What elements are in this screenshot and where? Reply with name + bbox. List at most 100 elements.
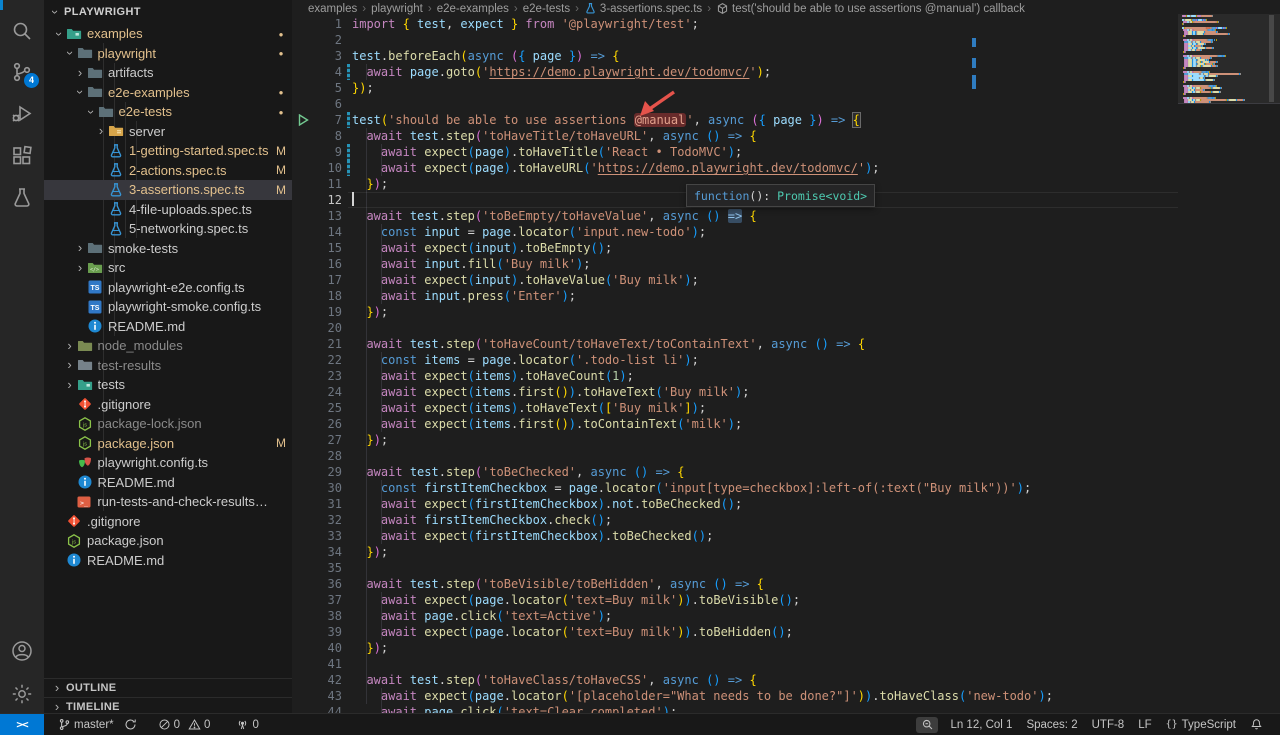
code-line[interactable]: 18 await input.press('Enter'); [292,288,1280,304]
chevron-down-icon[interactable]: › [53,27,65,41]
code-line[interactable]: 8 await test.step('toHaveTitle/toHaveURL… [292,128,1280,144]
minimap[interactable] [1182,15,1270,103]
code-line[interactable]: 36 await test.step('toBeVisible/toBeHidd… [292,576,1280,592]
tree-item-playwright-e2e.config.ts[interactable]: TSplaywright-e2e.config.ts [44,278,292,298]
chevron-down-icon[interactable]: › [74,85,86,99]
tree-item-smoke-tests[interactable]: ›smoke-tests [44,239,292,259]
git-branch-item[interactable]: master* [58,718,114,731]
tree-item-.gitignore[interactable]: .gitignore [44,395,292,415]
code-line[interactable]: 5}); [292,80,1280,96]
code-line[interactable]: 27 }); [292,432,1280,448]
tree-item-e2e-examples[interactable]: ›e2e-examples● [44,83,292,103]
language-item[interactable]: {} TypeScript [1166,719,1236,731]
git-modified-gutter[interactable] [347,64,350,80]
tree-item-artifacts[interactable]: ›artifacts [44,63,292,83]
code-line[interactable]: 15 await expect(input).toBeEmpty(); [292,240,1280,256]
code-line[interactable]: 35 [292,560,1280,576]
url-link[interactable]: https://demo.playwright.dev/todomvc/ [489,65,749,79]
code-line[interactable]: 31 await expect(firstItemCheckbox).not.t… [292,496,1280,512]
tree-item-playwright-smoke.config.ts[interactable]: TSplaywright-smoke.config.ts [44,297,292,317]
tree-item-src[interactable]: ›</>src [44,258,292,278]
tree-item-1-getting-started.spec.ts[interactable]: 1-getting-started.spec.tsM [44,141,292,161]
source-control-icon[interactable]: 4 [10,60,34,84]
code-line[interactable]: 10 await expect(page).toHaveURL('https:/… [292,160,1280,176]
tree-item-test-results[interactable]: ›test-results [44,356,292,376]
tree-item-package.json[interactable]: jspackage.jsonM [44,434,292,454]
tree-item-package.json[interactable]: jspackage.json [44,531,292,551]
code-line[interactable]: 14 const input = page.locator('input.new… [292,224,1280,240]
code-line[interactable]: 33 await expect(firstItemCheckbox).toBeC… [292,528,1280,544]
code-line[interactable]: 24 await expect(items.first()).toHaveTex… [292,384,1280,400]
breadcrumb-item[interactable]: examples [308,3,357,15]
code-line[interactable]: 34 }); [292,544,1280,560]
code-line[interactable]: 3test.beforeEach(async ({ page }) => { [292,48,1280,64]
tree-item-tests[interactable]: ›tests [44,375,292,395]
tree-item-README.md[interactable]: README.md [44,317,292,337]
run-test-gutter[interactable] [292,112,316,128]
extensions-icon[interactable] [10,144,34,168]
breadcrumb-symbol[interactable]: test('should be able to use assertions @… [732,3,1025,15]
eol-item[interactable]: LF [1138,719,1151,731]
code-line[interactable]: 22 const items = page.locator('.todo-lis… [292,352,1280,368]
url-link[interactable]: https://demo.playwright.dev/todomvc/ [598,161,858,175]
code-line[interactable]: 40 }); [292,640,1280,656]
chevron-right-icon[interactable]: › [63,340,77,352]
remote-indicator[interactable]: >< [0,714,44,735]
breadcrumb-item[interactable]: e2e-examples [437,3,509,15]
git-modified-gutter[interactable] [347,112,350,128]
zoom-status-item[interactable] [916,717,938,733]
code-line[interactable]: 29 await test.step('toBeChecked', async … [292,464,1280,480]
code-line[interactable]: 2 [292,32,1280,48]
code-line[interactable]: 38 await page.click('text=Active'); [292,608,1280,624]
tree-item-README.md[interactable]: README.md [44,473,292,493]
tree-item-examples[interactable]: ›examples● [44,24,292,44]
editor-scrollbar[interactable] [1269,15,1274,102]
code-line[interactable]: 30 const firstItemCheckbox = page.locato… [292,480,1280,496]
indentation-item[interactable]: Spaces: 2 [1026,719,1077,731]
tree-item-.gitignore[interactable]: .gitignore [44,512,292,532]
ports-item[interactable]: 0 [236,718,258,731]
code-line[interactable]: 6 [292,96,1280,112]
breadcrumb-item[interactable]: e2e-tests [523,3,570,15]
outline-section[interactable]: › OUTLINE [44,678,292,697]
breadcrumb-file[interactable]: 3-assertions.spec.ts [600,3,702,15]
testing-icon[interactable] [10,186,34,210]
code-line[interactable]: 4 await page.goto('https://demo.playwrig… [292,64,1280,80]
git-modified-gutter[interactable] [347,144,350,160]
code-line[interactable]: 19 }); [292,304,1280,320]
encoding-item[interactable]: UTF-8 [1092,719,1125,731]
tree-item-server[interactable]: ›server [44,122,292,142]
tree-item-README.md[interactable]: README.md [44,551,292,571]
tree-item-2-actions.spec.ts[interactable]: 2-actions.spec.tsM [44,161,292,181]
tree-item-3-assertions.spec.ts[interactable]: 3-assertions.spec.tsM [44,180,292,200]
sync-item[interactable] [124,718,140,731]
code-line[interactable]: 16 await input.fill('Buy milk'); [292,256,1280,272]
code-line[interactable]: 26 await expect(items.first()).toContain… [292,416,1280,432]
tree-item-playwright[interactable]: ›playwright● [44,44,292,64]
chevron-down-icon[interactable]: › [64,46,76,60]
tree-item-node_modules[interactable]: ›node_modules [44,336,292,356]
tree-item-4-file-uploads.spec.ts[interactable]: 4-file-uploads.spec.ts [44,200,292,220]
tree-item-5-networking.spec.ts[interactable]: 5-networking.spec.ts [44,219,292,239]
run-debug-icon[interactable] [10,102,34,126]
code-line[interactable]: 21 await test.step('toHaveCount/toHaveTe… [292,336,1280,352]
code-line[interactable]: 41 [292,656,1280,672]
cursor-position-item[interactable]: Ln 12, Col 1 [950,719,1012,731]
code-line[interactable]: 25 await expect(items).toHaveText(['Buy … [292,400,1280,416]
code-line[interactable]: 39 await expect(page.locator('text=Buy m… [292,624,1280,640]
chevron-right-icon[interactable]: › [63,379,77,391]
code-line[interactable]: 32 await firstItemCheckbox.check(); [292,512,1280,528]
search-icon[interactable] [10,19,34,43]
code-line[interactable]: 9 await expect(page).toHaveTitle('React … [292,144,1280,160]
code-line[interactable]: 28 [292,448,1280,464]
chevron-right-icon[interactable]: › [94,125,108,137]
tree-item-e2e-tests[interactable]: ›e2e-tests● [44,102,292,122]
breadcrumb-item[interactable]: playwright [371,3,423,15]
code-line[interactable]: 37 await expect(page.locator('text=Buy m… [292,592,1280,608]
tree-item-playwright.config.ts[interactable]: playwright.config.ts [44,453,292,473]
notifications-item[interactable] [1250,718,1266,731]
code-line[interactable]: 13 await test.step('toBeEmpty/toHaveValu… [292,208,1280,224]
code-line[interactable]: 43 await expect(page.locator('[placehold… [292,688,1280,704]
account-icon[interactable] [10,639,34,663]
chevron-right-icon[interactable]: › [73,242,87,254]
